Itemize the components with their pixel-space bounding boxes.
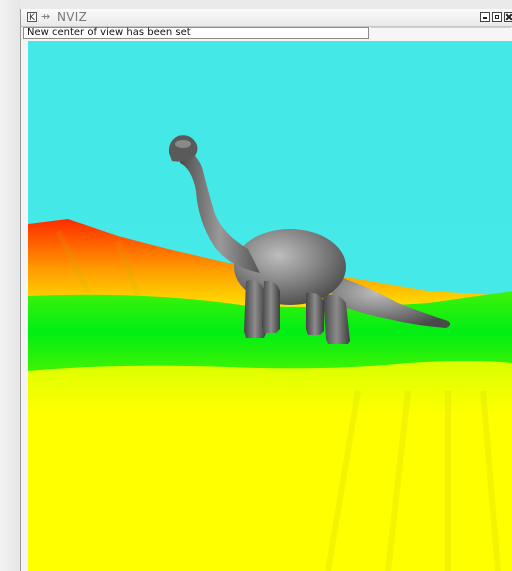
minimize-icon[interactable] xyxy=(480,12,490,22)
close-icon[interactable] xyxy=(504,12,512,22)
desktop-background xyxy=(0,0,20,571)
status-message: New center of view has been set xyxy=(27,27,191,38)
scene-render xyxy=(28,41,512,571)
status-bar-spacer xyxy=(371,27,511,39)
status-bar: New center of view has been set xyxy=(23,27,369,39)
terrain-front-plain xyxy=(28,361,512,571)
pin-icon[interactable]: ⇸ xyxy=(41,11,53,23)
dinosaur-snout-highlight xyxy=(175,140,191,148)
maximize-icon[interactable] xyxy=(492,12,502,22)
window-title: NVIZ xyxy=(57,10,88,24)
titlebar[interactable]: K ⇸ NVIZ xyxy=(21,9,512,27)
nviz-window: K ⇸ NVIZ New center of view has been set xyxy=(20,9,512,571)
dinosaur-front-leg-right xyxy=(262,280,280,333)
dinosaur-back-leg-far xyxy=(306,292,324,335)
dinosaur-front-leg-left xyxy=(244,280,266,338)
app-menu-icon[interactable]: K xyxy=(27,12,37,23)
3d-viewport[interactable] xyxy=(28,41,512,571)
